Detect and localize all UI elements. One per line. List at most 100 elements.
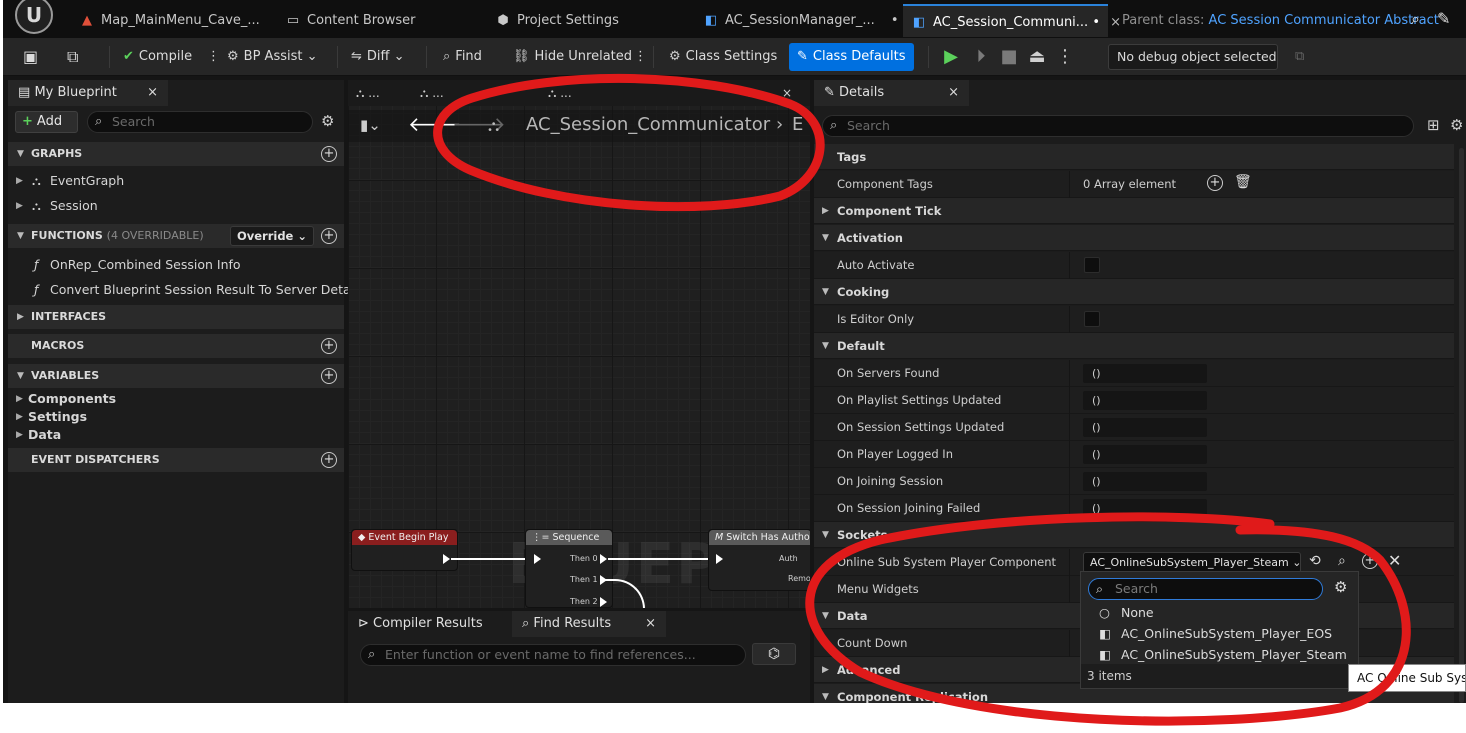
tab-project-settings[interactable]: ⬢ Project Settings xyxy=(495,4,619,37)
compile-options-icon[interactable]: ⋮ xyxy=(203,43,224,71)
event-begin-play-node[interactable]: ◆ Event Begin Play xyxy=(351,529,458,571)
details-scrollbar[interactable] xyxy=(1459,148,1464,703)
compile-button[interactable]: ✔ Compile xyxy=(119,43,196,71)
step-icon[interactable]: ⏵ xyxy=(969,44,993,70)
hide-unrelated-button[interactable]: ⛓ Hide Unrelated xyxy=(509,43,636,71)
event-value-field[interactable]: () xyxy=(1083,445,1207,464)
save-icon[interactable]: ▣ xyxy=(19,43,42,71)
find-button[interactable]: ⌕ Find xyxy=(439,43,486,71)
dropdown-item-eos[interactable]: ◧ AC_OnlineSubSystem_Player_EOS xyxy=(1081,623,1360,644)
section-default[interactable]: ▼ Default xyxy=(814,333,1454,359)
play-icon[interactable]: ▶ xyxy=(939,44,963,70)
event-value-field[interactable]: () xyxy=(1083,364,1207,383)
tab-compiler-results[interactable]: ⊳ Compiler Results xyxy=(348,611,510,637)
gear-icon[interactable]: ⚙ xyxy=(321,112,334,130)
variable-category-data[interactable]: ▶ Data xyxy=(8,424,344,446)
tab-ac-session-communicator[interactable]: ◧ AC_Session_Communi... • × xyxy=(903,4,1121,37)
add-function-icon[interactable]: + xyxy=(321,228,337,244)
graph-tab-4[interactable]: ⛬ ... xyxy=(748,80,772,106)
gear-icon[interactable]: ⚙ xyxy=(1450,116,1463,134)
graph-breadcrumb[interactable]: AC_Session_Communicator xyxy=(526,114,770,135)
section-functions[interactable]: ▼ FUNCTIONS (4 OVERRIDABLE) Override ⌄ + xyxy=(8,224,344,248)
tab-find-results[interactable]: ⌕ Find Results × xyxy=(512,611,666,637)
close-panel-icon[interactable]: × xyxy=(645,611,656,637)
close-tab-icon[interactable]: × xyxy=(1110,15,1121,30)
trash-icon[interactable]: 🗑 xyxy=(1234,174,1252,190)
search-icon[interactable]: ⌕ xyxy=(1411,9,1420,29)
debug-filter-icon[interactable]: ⧉ xyxy=(1291,43,1308,71)
use-selected-icon[interactable]: ⟲ xyxy=(1309,553,1321,569)
auto-activate-checkbox[interactable] xyxy=(1084,257,1100,273)
event-value-field[interactable]: () xyxy=(1083,418,1207,437)
close-panel-icon[interactable]: × xyxy=(147,80,158,106)
section-variables[interactable]: ▼ VARIABLES + xyxy=(8,364,344,388)
browse-asset-icon[interactable]: ⧉ xyxy=(63,43,82,71)
edit-pencil-icon[interactable]: ✎ xyxy=(1437,9,1450,28)
section-tags[interactable]: Tags xyxy=(814,144,1454,170)
diff-button[interactable]: ⇋ Diff ⌄ xyxy=(347,43,409,71)
is-editor-only-checkbox[interactable] xyxy=(1084,311,1100,327)
section-sockets[interactable]: ▼ Sockets xyxy=(814,522,1454,548)
class-settings-button[interactable]: ⚙ Class Settings xyxy=(665,43,781,71)
details-search-input[interactable]: ⌕ Search xyxy=(822,115,1414,137)
breadcrumb-tail[interactable]: E xyxy=(792,114,803,135)
tab-my-blueprint[interactable]: ▤ My Blueprint × xyxy=(8,80,168,106)
graph-tab-1[interactable]: ⛬ ... xyxy=(356,80,380,106)
close-panel-icon[interactable]: × xyxy=(948,80,959,106)
parent-class-link[interactable]: AC Session Communicator Abstract xyxy=(1209,13,1439,28)
exec-pin[interactable] xyxy=(443,554,450,564)
add-element-icon[interactable]: + xyxy=(1207,175,1223,191)
tab-content-browser[interactable]: ▭ Content Browser xyxy=(285,4,416,37)
graph-item-eventgraph[interactable]: ▶ ⛬ EventGraph xyxy=(8,170,344,192)
bookmark-icon[interactable]: ▮⌄ xyxy=(360,116,381,134)
tab-map-mainmenu[interactable]: ▲ Map_MainMenu_Cave_... xyxy=(79,4,260,37)
dropdown-item-none[interactable]: ○ None xyxy=(1081,602,1360,623)
play-options-icon[interactable]: ⋮ xyxy=(1053,44,1077,70)
dropdown-item-steam[interactable]: ◧ AC_OnlineSubSystem_Player_Steam xyxy=(1081,644,1360,665)
function-item-convert[interactable]: ƒ Convert Blueprint Session Result To Se… xyxy=(8,279,364,301)
close-graph-tab-icon[interactable]: × xyxy=(782,80,792,106)
gear-icon[interactable]: ⚙ xyxy=(1334,578,1347,596)
event-value-field[interactable]: () xyxy=(1083,391,1207,410)
add-icon[interactable]: + xyxy=(1362,553,1378,569)
section-cooking[interactable]: ▼ Cooking xyxy=(814,279,1454,305)
add-graph-icon[interactable]: + xyxy=(321,146,337,162)
add-event-dispatcher-icon[interactable]: + xyxy=(321,452,337,468)
unreal-logo-icon[interactable]: U xyxy=(15,0,53,34)
exec-pin[interactable] xyxy=(534,554,541,564)
debug-object-select[interactable]: No debug object selected ⌄ xyxy=(1108,44,1278,88)
bp-assist-button[interactable]: ⚙ BP Assist ⌄ xyxy=(223,43,322,71)
section-activation[interactable]: ▼ Activation xyxy=(814,225,1454,251)
tab-ac-sessionmanager[interactable]: ◧ AC_SessionManager_... • xyxy=(703,4,899,37)
stop-icon[interactable]: ■ xyxy=(997,44,1021,70)
class-defaults-button[interactable]: ✎ Class Defaults xyxy=(789,43,914,71)
eject-icon[interactable]: ⏏ xyxy=(1025,44,1049,70)
tab-details[interactable]: ✎ Details × xyxy=(814,80,969,106)
override-dropdown[interactable]: Override ⌄ xyxy=(229,226,314,246)
find-binoculars-button[interactable]: ⌬ xyxy=(752,643,796,665)
event-value-field[interactable]: () xyxy=(1083,499,1207,518)
section-event-dispatchers[interactable]: EVENT DISPATCHERS + xyxy=(8,448,344,472)
exec-pin[interactable] xyxy=(716,554,723,564)
table-view-icon[interactable]: ⊞ xyxy=(1427,116,1440,134)
function-item-onrep[interactable]: ƒ OnRep_Combined Session Info xyxy=(8,254,344,276)
add-macro-icon[interactable]: + xyxy=(321,338,337,354)
graph-editor-canvas[interactable]: ⛬ ... ⛬ ... ⛬ ... ⛬ ... × ▮⌄ 🡐 🡒 ⛬ AC_Se… xyxy=(348,80,810,608)
add-button[interactable]: + Add xyxy=(15,111,78,133)
event-value-field[interactable]: () xyxy=(1083,472,1207,491)
find-references-input[interactable]: ⌕ Enter function or event name to find r… xyxy=(360,644,746,666)
online-sub-system-combo[interactable]: AC_OnlineSubSystem_Player_Steam ⌄ xyxy=(1083,552,1301,573)
section-macros[interactable]: MACROS + xyxy=(8,334,344,358)
dropdown-search-input[interactable]: ⌕ Search xyxy=(1088,578,1323,600)
exec-pin[interactable] xyxy=(600,554,607,564)
graph-item-session[interactable]: ▶ ⛬ Session xyxy=(8,195,344,217)
add-variable-icon[interactable]: + xyxy=(321,368,337,384)
hide-unrelated-options-icon[interactable]: ⋮ xyxy=(630,43,651,71)
clear-icon[interactable]: ✕ xyxy=(1388,551,1401,570)
section-interfaces[interactable]: ▶ INTERFACES xyxy=(8,305,344,329)
my-blueprint-search-input[interactable]: ⌕ Search xyxy=(87,111,313,133)
browse-icon[interactable]: ⌕ xyxy=(1338,553,1346,569)
section-graphs[interactable]: ▼ GRAPHS + xyxy=(8,142,344,166)
section-component-tick[interactable]: ▶ Component Tick xyxy=(814,198,1454,224)
graph-tab-2[interactable]: ⛬ ... xyxy=(420,80,444,106)
